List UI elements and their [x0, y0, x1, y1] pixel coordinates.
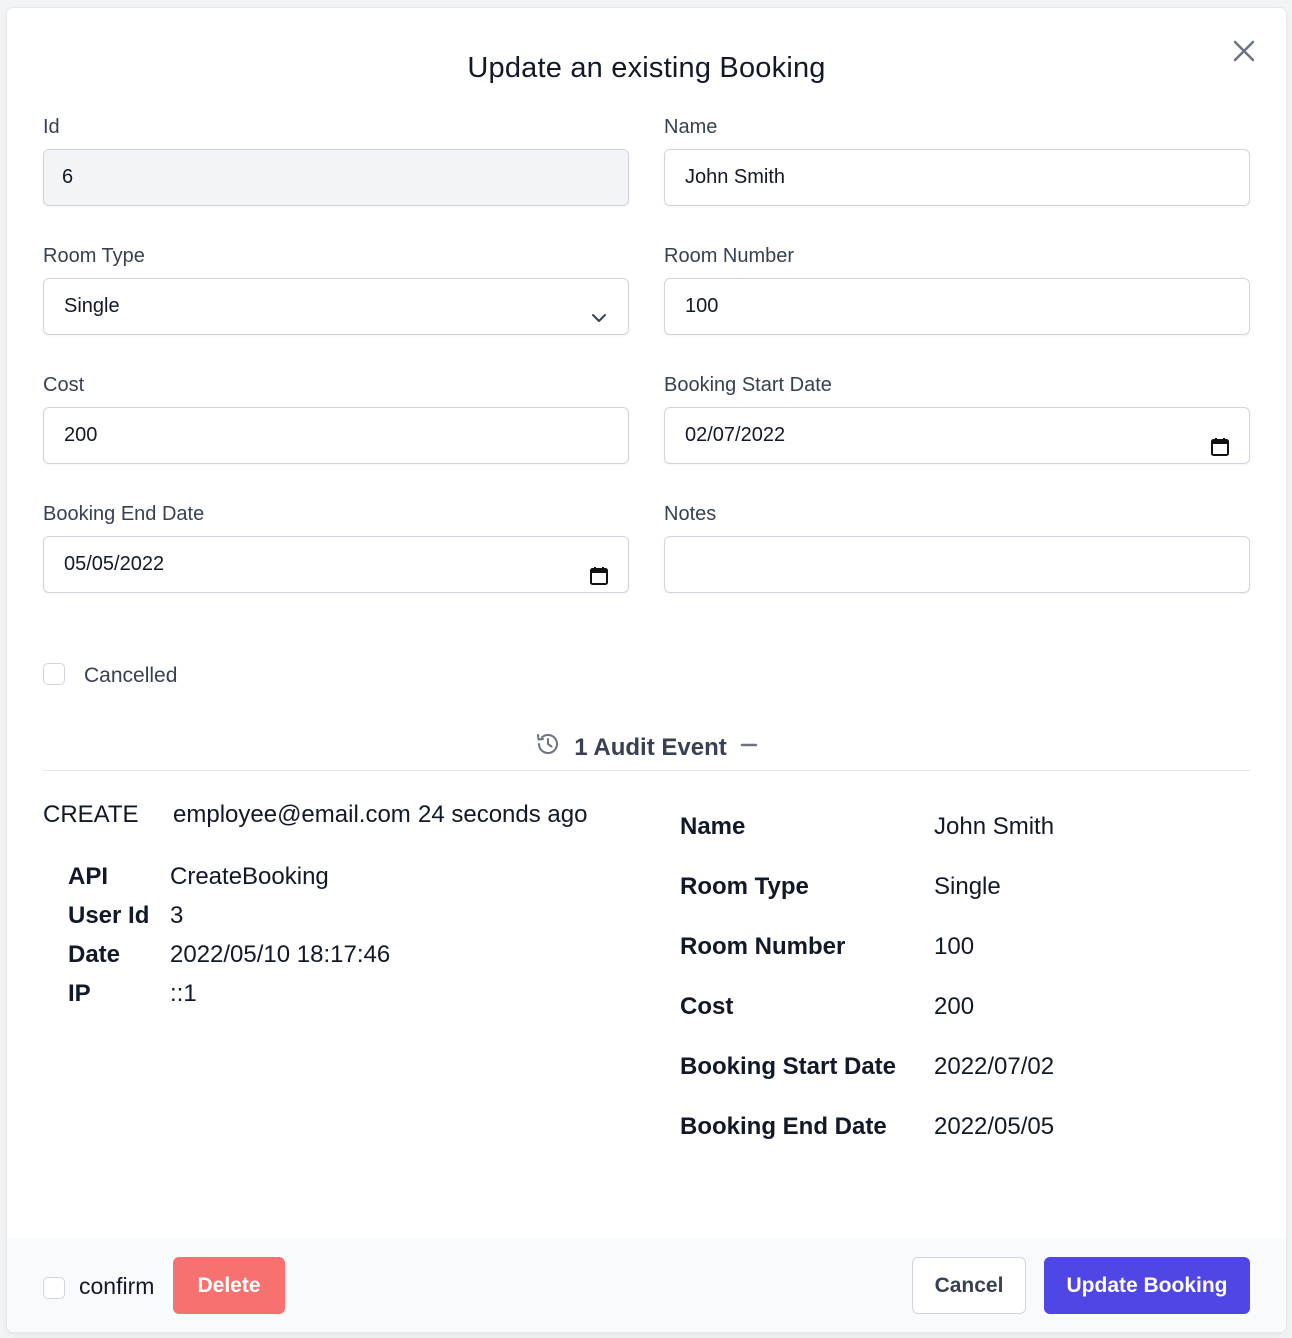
audit-change-value: 2022/07/02 [934, 1053, 1055, 1080]
audit-detail-key: API [68, 863, 109, 890]
audit-detail-key: IP [68, 980, 91, 1007]
audit-change-key: Cost [680, 993, 734, 1020]
audit-change-key: Booking End Date [680, 1113, 887, 1140]
cost-field: Cost 200 [43, 371, 629, 464]
audit-change-key: Name [680, 813, 746, 840]
modal-footer: confirm Delete Cancel Update Booking [7, 1239, 1286, 1332]
booking-end-date-value: 05/05/2022 [64, 553, 165, 575]
notes-label: Notes [664, 503, 717, 525]
room-number-field: Room Number 100 [664, 242, 1250, 335]
booking-end-date-field: Booking End Date 05/05/2022 [43, 500, 629, 593]
audit-detail-value: CreateBooking [170, 863, 329, 890]
room-number-input[interactable]: 100 [664, 278, 1250, 335]
id-input: 6 [43, 149, 629, 206]
audit-change-value: Single [934, 873, 1001, 900]
id-field: Id 6 [43, 113, 629, 206]
audit-divider [43, 770, 1250, 771]
audit-detail-value: ::1 [170, 980, 197, 1007]
name-input[interactable]: John Smith [664, 149, 1250, 206]
close-icon[interactable] [1229, 36, 1259, 66]
audit-change-value: 2022/05/05 [934, 1113, 1055, 1140]
audit-detail-key: User Id [68, 902, 150, 929]
audit-change-value: 200 [934, 993, 975, 1020]
cost-label: Cost [43, 374, 85, 396]
update-booking-modal: Update an existing Booking Id 6 Name Joh… [7, 8, 1286, 1332]
notes-field: Notes [664, 500, 1250, 593]
name-label: Name [664, 116, 718, 138]
audit-change-key: Room Type [680, 873, 809, 900]
audit-heading: 1 Audit Event [574, 733, 727, 761]
delete-button[interactable]: Delete [173, 1257, 285, 1314]
calendar-icon[interactable] [588, 554, 610, 585]
room-type-label: Room Type [43, 245, 145, 267]
notes-input[interactable] [664, 536, 1250, 593]
booking-start-date-label: Booking Start Date [664, 374, 832, 396]
audit-detail-value: 3 [170, 902, 184, 929]
confirm-checkbox[interactable] [43, 1277, 65, 1299]
minus-icon[interactable] [739, 734, 759, 762]
audit-change-key: Booking Start Date [680, 1053, 897, 1080]
audit-event-time: 24 seconds ago [418, 801, 588, 828]
booking-end-date-label: Booking End Date [43, 503, 205, 525]
audit-toggle[interactable]: 1 Audit Event [7, 730, 1286, 765]
cancelled-label: Cancelled [84, 664, 178, 687]
id-label: Id [43, 116, 60, 138]
history-icon [534, 730, 562, 765]
booking-end-date-input[interactable]: 05/05/2022 [43, 536, 629, 593]
room-type-value: Single [64, 295, 120, 317]
audit-change-key: Room Number [680, 933, 846, 960]
booking-start-date-input[interactable]: 02/07/2022 [664, 407, 1250, 464]
audit-event-action: CREATE [43, 801, 139, 828]
calendar-icon[interactable] [1209, 425, 1231, 456]
room-type-select[interactable]: Single [43, 278, 629, 335]
audit-detail-key: Date [68, 941, 121, 968]
booking-start-date-value: 02/07/2022 [685, 424, 786, 446]
chevron-down-icon [588, 296, 610, 322]
booking-start-date-field: Booking Start Date 02/07/2022 [664, 371, 1250, 464]
confirm-label: confirm [79, 1273, 155, 1299]
audit-change-value: John Smith [934, 813, 1055, 840]
modal-title: Update an existing Booking [467, 52, 826, 84]
audit-event-user: employee@email.com [173, 801, 411, 828]
audit-change-value: 100 [934, 933, 975, 960]
audit-detail-value: 2022/05/10 18:17:46 [170, 941, 391, 968]
cancel-button[interactable]: Cancel [912, 1257, 1026, 1314]
room-number-label: Room Number [664, 245, 795, 267]
cancelled-checkbox[interactable] [43, 663, 65, 685]
room-type-field: Room Type Single [43, 242, 629, 335]
name-field: Name John Smith [664, 113, 1250, 206]
update-booking-button[interactable]: Update Booking [1044, 1257, 1250, 1314]
cost-input[interactable]: 200 [43, 407, 629, 464]
